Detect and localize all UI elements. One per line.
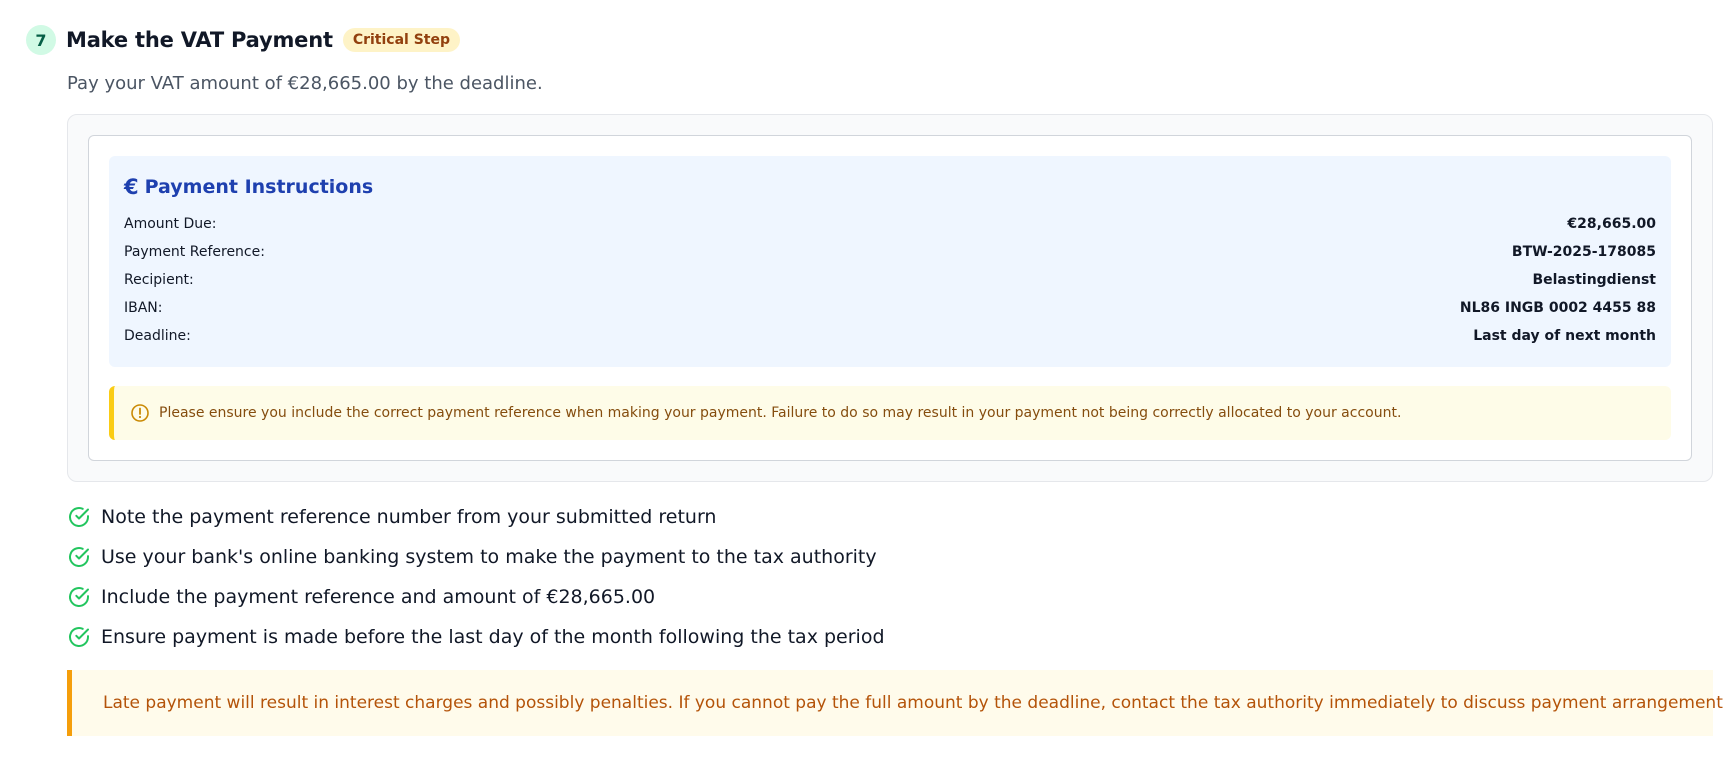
- list-item: Include the payment reference and amount…: [67, 585, 655, 609]
- payment-reference-label: Payment Reference:: [124, 244, 265, 260]
- list-item: Use your bank's online banking system to…: [67, 545, 877, 569]
- payment-instructions-heading: Payment Instructions: [144, 176, 374, 198]
- payment-section: € Payment Instructions Amount Due: €28,6…: [67, 114, 1713, 482]
- amount-due-row: Amount Due: €28,665.00: [124, 214, 1656, 234]
- check-circle-icon: [69, 507, 89, 527]
- deadline-row: Deadline: Last day of next month: [124, 326, 1656, 346]
- list-item: Ensure payment is made before the last d…: [67, 625, 885, 649]
- list-item: Note the payment reference number from y…: [67, 505, 716, 529]
- late-payment-warning: Late payment will result in interest cha…: [67, 670, 1723, 736]
- deadline-label: Deadline:: [124, 328, 191, 344]
- euro-icon: €: [124, 175, 139, 199]
- deadline-value: Last day of next month: [1473, 328, 1656, 344]
- payment-reference-notice: Please ensure you include the correct pa…: [109, 386, 1671, 440]
- payment-instructions: € Payment Instructions Amount Due: €28,6…: [109, 156, 1671, 367]
- check-circle-icon: [69, 587, 89, 607]
- critical-step-badge: Critical Step: [342, 28, 460, 52]
- info-circle-icon: [131, 404, 149, 422]
- recipient-value: Belastingdienst: [1532, 272, 1656, 288]
- amount-due-label: Amount Due:: [124, 216, 217, 232]
- step-number: 7: [26, 25, 56, 55]
- payment-reference-row: Payment Reference: BTW-2025-178085: [124, 242, 1656, 262]
- payment-card: € Payment Instructions Amount Due: €28,6…: [88, 135, 1692, 461]
- step-title: Make the VAT Payment: [66, 28, 333, 52]
- checklist-text: Include the payment reference and amount…: [101, 586, 656, 608]
- iban-row: IBAN: NL86 INGB 0002 4455 88: [124, 298, 1656, 318]
- recipient-row: Recipient: Belastingdienst: [124, 270, 1656, 290]
- payment-instructions-title: € Payment Instructions: [124, 175, 373, 199]
- iban-label: IBAN:: [124, 300, 163, 316]
- iban-value: NL86 INGB 0002 4455 88: [1459, 300, 1656, 316]
- recipient-label: Recipient:: [124, 272, 194, 288]
- warning-text: Late payment will result in interest cha…: [103, 693, 1723, 713]
- checklist-text: Note the payment reference number from y…: [101, 506, 717, 528]
- checklist-text: Ensure payment is made before the last d…: [101, 626, 885, 648]
- step-description: Pay your VAT amount of €28,665.00 by the…: [67, 73, 543, 94]
- payment-reference-value: BTW-2025-178085: [1511, 244, 1656, 260]
- check-circle-icon: [69, 627, 89, 647]
- step-header: 7 Make the VAT Payment Critical Step: [26, 25, 460, 55]
- amount-due-value: €28,665.00: [1567, 216, 1656, 232]
- checklist-text: Use your bank's online banking system to…: [101, 546, 877, 568]
- check-circle-icon: [69, 547, 89, 567]
- notice-text: Please ensure you include the correct pa…: [159, 405, 1402, 421]
